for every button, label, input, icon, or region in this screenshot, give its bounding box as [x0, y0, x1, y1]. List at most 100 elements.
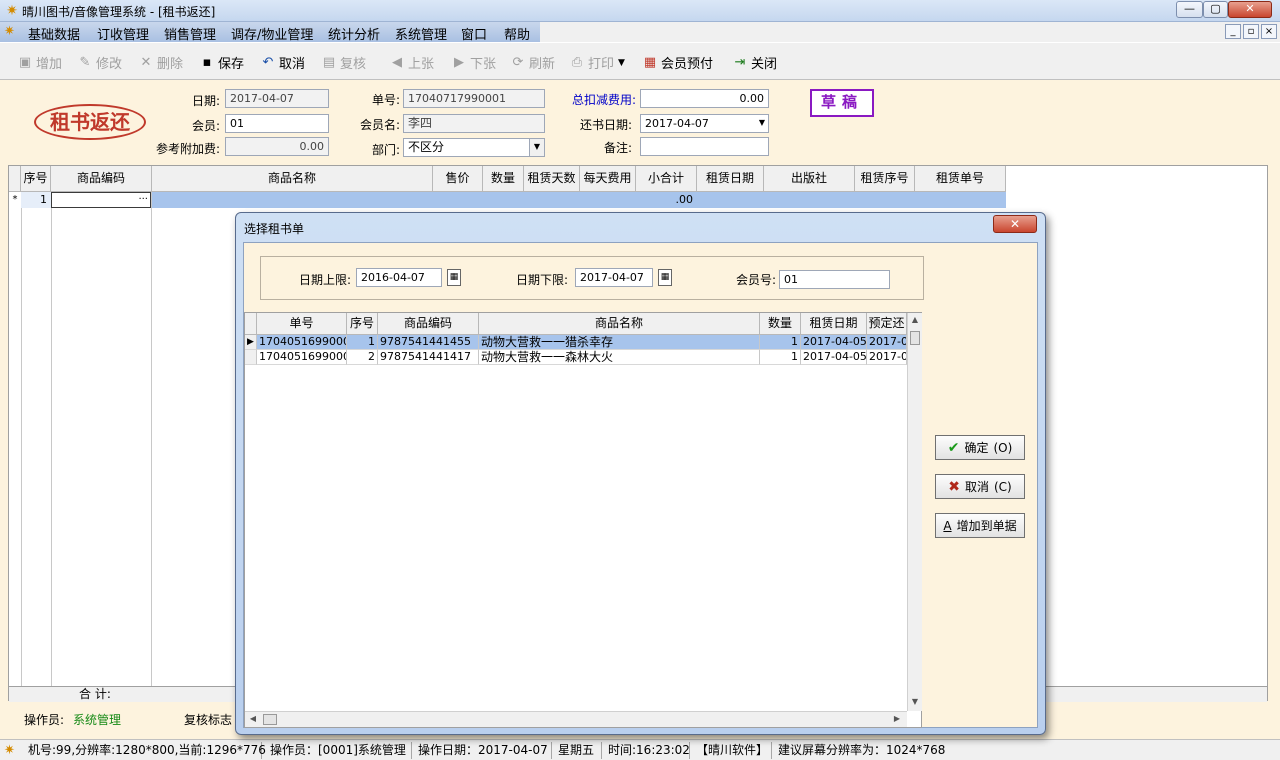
- scroll-down-icon[interactable]: ▼: [908, 695, 922, 709]
- member-no-field[interactable]: 01: [779, 270, 890, 289]
- dept-select[interactable]: 不区分 ▼: [403, 138, 545, 157]
- calendar-icon[interactable]: ▦: [658, 269, 672, 286]
- grid-header-rent-order[interactable]: 租赁单号: [915, 166, 1006, 192]
- minimize-button[interactable]: —: [1176, 1, 1203, 18]
- undo-icon: ↶: [262, 55, 274, 70]
- date-lower-field[interactable]: 2017-04-07: [575, 268, 653, 287]
- prev-button[interactable]: ◀ 上张: [390, 53, 434, 72]
- cell-seq: 2: [347, 350, 378, 365]
- member-name-field[interactable]: 李四: [403, 114, 545, 133]
- review-label: 复核: [340, 57, 367, 72]
- extra-fee-field[interactable]: 0.00: [225, 137, 329, 156]
- close-form-button[interactable]: ⇥ 关闭: [733, 53, 777, 72]
- table-row[interactable]: ▶ 17040516990005 1 9787541441455 动物大营救一一…: [245, 335, 907, 350]
- cell-seq: 1: [347, 335, 378, 350]
- review-button[interactable]: ▤ 复核: [322, 53, 366, 72]
- grid-header-rent-seq[interactable]: 租赁序号: [855, 166, 915, 192]
- mdi-restore-button[interactable]: ▫: [1243, 24, 1259, 39]
- save-label: 保存: [218, 57, 245, 72]
- add-label: 增加: [36, 57, 63, 72]
- confirm-button[interactable]: ✔ 确定 (O): [935, 435, 1025, 460]
- print-button[interactable]: ⎙ 打印 ▼: [570, 53, 625, 72]
- th-name[interactable]: 商品名称: [479, 313, 760, 335]
- member-field[interactable]: 01: [225, 114, 329, 133]
- menu-statistics[interactable]: 统计分析: [328, 24, 380, 43]
- draft-badge: 草稿: [810, 89, 874, 117]
- chevron-down-icon[interactable]: ▼: [759, 116, 765, 129]
- select-rent-order-dialog: 选择租书单 ✕ 日期上限: 2016-04-07 ▦ 日期下限: 2017-04…: [235, 212, 1046, 735]
- scroll-up-icon[interactable]: ▲: [908, 313, 922, 327]
- row-seq: 1: [21, 192, 51, 208]
- th-due-date[interactable]: 预定还: [867, 313, 907, 335]
- ellipsis-button[interactable]: ···: [138, 193, 148, 206]
- grid-header-rent-date[interactable]: 租赁日期: [697, 166, 764, 192]
- menu-system[interactable]: 系统管理: [395, 24, 447, 43]
- scroll-right-icon[interactable]: ▶: [891, 712, 903, 727]
- refresh-button[interactable]: ⟳ 刷新: [511, 53, 555, 72]
- grid-header-seq[interactable]: 序号: [21, 166, 51, 192]
- scroll-thumb-horizontal[interactable]: [263, 714, 277, 725]
- cell-qty: 1: [760, 350, 801, 365]
- code-cell-input[interactable]: ···: [51, 192, 151, 208]
- th-code[interactable]: 商品编码: [378, 313, 479, 335]
- restore-button[interactable]: ▢: [1203, 1, 1228, 18]
- menu-order-receive[interactable]: 订收管理: [97, 24, 149, 43]
- cancel-button[interactable]: ↶ 取消: [261, 53, 305, 72]
- grid-header-qty[interactable]: 数量: [483, 166, 524, 192]
- refresh-label: 刷新: [529, 57, 556, 72]
- cancel-label: 取消: [964, 480, 989, 494]
- menu-basic-data[interactable]: 基础数据: [28, 24, 80, 43]
- mdi-app-icon: ✷: [4, 24, 15, 39]
- dialog-close-button[interactable]: ✕: [993, 215, 1037, 233]
- total-deduct-field[interactable]: 0.00: [640, 89, 769, 108]
- order-no-field[interactable]: 17040717990001: [403, 89, 545, 108]
- save-button[interactable]: ▪ 保存: [200, 53, 244, 72]
- menu-stock-property[interactable]: 调存/物业管理: [231, 24, 313, 43]
- status-brand: 【晴川软件】: [690, 742, 772, 759]
- menu-help[interactable]: 帮助: [504, 24, 530, 43]
- status-bar: ✷ 机号:99,分辨率:1280*800,当前:1296*776 操作员：[00…: [0, 739, 1280, 760]
- grid-header-subtotal[interactable]: 小合计: [636, 166, 697, 192]
- table-corner: [245, 313, 257, 335]
- return-date-picker[interactable]: 2017-04-07 ▼: [640, 114, 769, 133]
- close-window-button[interactable]: ✕: [1228, 1, 1272, 18]
- grid-header-code[interactable]: 商品编码: [51, 166, 152, 192]
- add-doc-icon: ▣: [18, 55, 32, 70]
- menu-window[interactable]: 窗口: [461, 24, 487, 43]
- edit-button[interactable]: ✎ 修改: [78, 53, 122, 72]
- add-to-document-button[interactable]: A 增加到单据: [935, 513, 1025, 538]
- chevron-down-icon[interactable]: ▼: [529, 139, 544, 156]
- mdi-minimize-button[interactable]: _: [1225, 24, 1241, 39]
- member-reserve-button[interactable]: ▦ 会员预付: [643, 53, 713, 72]
- x-icon: ✖: [948, 478, 960, 495]
- next-button[interactable]: ▶ 下张: [452, 53, 496, 72]
- th-rent-date[interactable]: 租赁日期: [801, 313, 867, 335]
- operator-label: 操作员:: [24, 713, 65, 727]
- grid-header-days[interactable]: 租赁天数: [524, 166, 580, 192]
- mdi-close-button[interactable]: ×: [1261, 24, 1277, 39]
- grid-header-daily-fee[interactable]: 每天费用: [580, 166, 636, 192]
- table-row[interactable]: 17040516990005 2 9787541441417 动物大营救一一森林…: [245, 350, 907, 365]
- date-field[interactable]: 2017-04-07: [225, 89, 329, 108]
- grid-header-name[interactable]: 商品名称: [152, 166, 433, 192]
- cell-name: 动物大营救一一森林大火: [479, 350, 760, 365]
- horizontal-scrollbar[interactable]: ◀ ▶: [245, 711, 907, 727]
- th-order-no[interactable]: 单号: [257, 313, 347, 335]
- scroll-left-icon[interactable]: ◀: [247, 712, 259, 727]
- th-qty[interactable]: 数量: [760, 313, 801, 335]
- scroll-thumb[interactable]: [910, 331, 920, 345]
- dropdown-arrow-icon[interactable]: ▼: [618, 58, 625, 68]
- calendar-icon[interactable]: ▦: [447, 269, 461, 286]
- delete-button[interactable]: ✕ 删除: [139, 53, 183, 72]
- grid-header-publisher[interactable]: 出版社: [764, 166, 855, 192]
- date-upper-field[interactable]: 2016-04-07: [356, 268, 442, 287]
- dialog-cancel-button[interactable]: ✖ 取消 (C): [935, 474, 1025, 499]
- add-button[interactable]: ▣ 增加: [18, 53, 62, 72]
- grid-header-price[interactable]: 售价: [433, 166, 483, 192]
- menu-sales[interactable]: 销售管理: [164, 24, 216, 43]
- remark-field[interactable]: [640, 137, 769, 156]
- th-seq[interactable]: 序号: [347, 313, 378, 335]
- menu-bar: ✷ 基础数据 订收管理 销售管理 调存/物业管理 统计分析 系统管理 窗口 帮助…: [0, 22, 1280, 43]
- vertical-scrollbar[interactable]: ▲ ▼: [907, 313, 922, 711]
- row-pointer-cell: [245, 350, 257, 365]
